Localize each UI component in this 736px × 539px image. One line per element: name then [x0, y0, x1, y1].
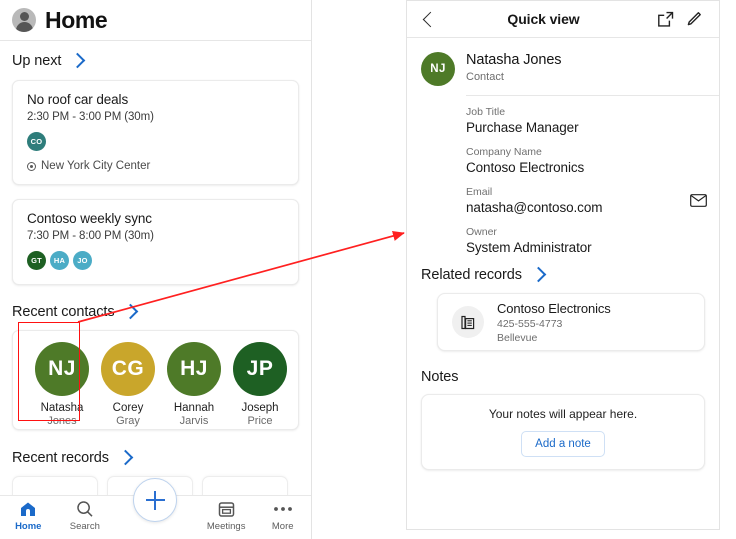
contact-avatar[interactable]: JP: [233, 342, 287, 396]
related-records-section-header[interactable]: Related records: [421, 266, 719, 283]
chevron-right-icon: [530, 266, 547, 282]
meeting-time: 2:30 PM - 3:00 PM (30m): [27, 111, 154, 123]
notes-label: Notes: [421, 369, 459, 385]
up-next-section-header[interactable]: Up next: [12, 52, 299, 69]
meeting-title: No roof car deals: [27, 92, 129, 107]
field-label: Email: [466, 186, 493, 198]
contact-last-name: Gray: [116, 415, 140, 427]
recent-records-label: Recent records: [12, 450, 109, 466]
contact-first-name: Hannah: [173, 402, 215, 414]
contact-last-name: Jones: [47, 415, 77, 427]
quick-view-header: Quick view: [407, 1, 719, 38]
field-company-name: Company Name Contoso Electronics: [466, 146, 707, 175]
quick-view-title: Quick view: [507, 11, 580, 27]
contact-summary: NJ Natasha Jones Contact: [407, 38, 719, 86]
plus-icon: [154, 490, 156, 510]
search-icon: [76, 500, 94, 518]
field-label: Job Title: [466, 106, 506, 118]
add-note-button[interactable]: Add a note: [521, 431, 605, 457]
recent-contacts-section-header[interactable]: Recent contacts: [12, 303, 299, 320]
nav-label-meetings: Meetings: [206, 521, 246, 532]
quick-view-panel: Quick view NJ Natasha Jones Contact Job …: [406, 0, 720, 530]
notes-empty-card: Your notes will appear here. Add a note: [421, 394, 705, 470]
up-next-label: Up next: [12, 53, 62, 69]
open-in-new-icon[interactable]: [651, 11, 679, 28]
related-record-card[interactable]: Contoso Electronics 425-555-4773 Bellevu…: [437, 293, 705, 351]
page-title: Home: [45, 6, 108, 33]
pencil-edit-icon[interactable]: [679, 11, 707, 28]
chevron-right-icon: [117, 449, 134, 465]
meetings-icon: [218, 500, 235, 518]
contact-avatar: NJ: [421, 52, 455, 86]
notes-empty-text: Your notes will appear here.: [488, 407, 638, 421]
related-record-title: Contoso Electronics: [497, 300, 611, 316]
location-pin-icon: [27, 161, 36, 171]
field-value: Purchase Manager: [466, 120, 579, 135]
home-header: Home: [0, 0, 311, 41]
contact-item[interactable]: HJ Hannah Jarvis: [167, 342, 221, 427]
contact-avatar[interactable]: HJ: [167, 342, 221, 396]
contact-avatar[interactable]: CG: [101, 342, 155, 396]
chevron-right-icon: [69, 52, 86, 68]
field-value: System Administrator: [466, 240, 592, 255]
field-email: Email natasha@contoso.com: [466, 186, 707, 215]
contact-first-name: Joseph: [241, 402, 279, 414]
nav-label-more: More: [271, 521, 294, 532]
nav-label-search: Search: [69, 521, 100, 532]
related-record-phone: 425-555-4773: [497, 317, 563, 330]
contact-first-name: Natasha: [40, 402, 84, 414]
meeting-attendees: CO: [27, 132, 284, 151]
meeting-location: New York City Center: [27, 160, 284, 172]
nav-item-more[interactable]: More: [254, 500, 311, 532]
person-avatar-icon[interactable]: [12, 8, 36, 32]
attendee-avatar[interactable]: JO: [73, 251, 92, 270]
field-value: Contoso Electronics: [466, 160, 585, 175]
nav-label-home: Home: [15, 521, 42, 532]
field-job-title: Job Title Purchase Manager: [466, 106, 707, 135]
attendee-avatar[interactable]: GT: [27, 251, 46, 270]
contact-item[interactable]: CG Corey Gray: [101, 342, 155, 427]
home-panel: Home Up next No roof car deals 2:30 PM -…: [0, 0, 312, 539]
related-record-city: Bellevue: [497, 331, 538, 344]
contact-avatar[interactable]: NJ: [35, 342, 89, 396]
meeting-attendees: GT HA JO: [27, 251, 284, 270]
contact-last-name: Jarvis: [179, 415, 209, 427]
field-label: Owner: [466, 226, 497, 238]
create-new-button[interactable]: [133, 478, 177, 522]
recent-contacts-card: NJ Natasha Jones CG Corey Gray HJ Hannah…: [12, 330, 299, 430]
field-value: natasha@contoso.com: [466, 200, 603, 215]
contact-entity-type: Contact: [466, 71, 504, 83]
mail-icon[interactable]: [690, 194, 707, 212]
recent-contacts-list: NJ Natasha Jones CG Corey Gray HJ Hannah…: [13, 342, 298, 427]
chevron-right-icon: [123, 303, 139, 319]
building-icon: [452, 306, 484, 338]
nav-item-search[interactable]: Search: [57, 500, 114, 532]
meeting-title: Contoso weekly sync: [27, 211, 152, 226]
meeting-time: 7:30 PM - 8:00 PM (30m): [27, 230, 154, 242]
more-dots-icon: [273, 500, 293, 518]
contact-first-name: Corey: [112, 402, 144, 414]
notes-section-header: Notes: [421, 369, 719, 385]
meeting-card[interactable]: Contoso weekly sync 7:30 PM - 8:00 PM (3…: [12, 199, 299, 285]
nav-item-home[interactable]: Home: [0, 500, 57, 532]
attendee-avatar[interactable]: CO: [27, 132, 46, 151]
quick-view-body: NJ Natasha Jones Contact Job Title Purch…: [407, 38, 719, 470]
contact-fields: Job Title Purchase Manager Company Name …: [466, 95, 719, 255]
field-owner: Owner System Administrator: [466, 226, 707, 255]
contact-item[interactable]: JP Joseph Price: [233, 342, 287, 427]
related-records-label: Related records: [421, 267, 522, 283]
contact-name: Natasha Jones: [466, 52, 562, 68]
meeting-card[interactable]: No roof car deals 2:30 PM - 3:00 PM (30m…: [12, 80, 299, 185]
nav-item-meetings[interactable]: Meetings: [198, 500, 255, 532]
contact-last-name: Price: [247, 415, 273, 427]
contact-item[interactable]: NJ Natasha Jones: [35, 342, 89, 427]
attendee-avatar[interactable]: HA: [50, 251, 69, 270]
recent-contacts-label: Recent contacts: [12, 304, 115, 320]
field-label: Company Name: [466, 146, 542, 158]
meeting-location-text: New York City Center: [41, 160, 151, 172]
home-icon: [19, 500, 37, 518]
recent-records-section-header[interactable]: Recent records: [12, 449, 299, 466]
home-scroll-area: Up next No roof car deals 2:30 PM - 3:00…: [0, 41, 311, 506]
